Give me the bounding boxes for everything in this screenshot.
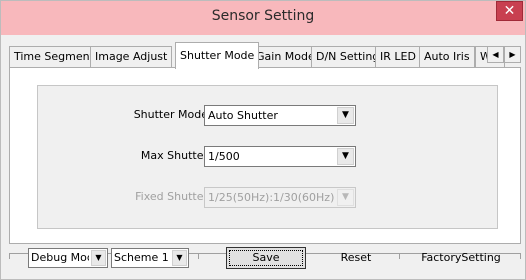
- scheme-value: Scheme 1: [114, 251, 169, 264]
- window-title: Sensor Setting: [211, 8, 315, 24]
- scheme-select[interactable]: Scheme 1 ▼: [111, 248, 189, 268]
- shutter-mode-value: Auto Shutter: [208, 109, 278, 122]
- shutter-mode-label: Shutter Mode: [133, 108, 208, 121]
- factory-setting-button[interactable]: FactorySetting: [406, 247, 516, 269]
- tab-gain-mode[interactable]: Gain Mode: [251, 46, 320, 68]
- tab-scroll-right-icon[interactable]: ▶: [504, 46, 521, 63]
- max-shutter-value: 1/500: [208, 150, 240, 163]
- reset-button[interactable]: Reset: [316, 247, 396, 269]
- divider-tick: [9, 253, 10, 259]
- max-shutter-select[interactable]: 1/500 ▼: [204, 146, 356, 167]
- tab-strip: Time Segment Image Adjust Shutter Mode G…: [9, 42, 521, 69]
- divider-tick: [520, 253, 521, 259]
- debug-mode-value: Debug Mode: [31, 251, 89, 264]
- fixed-shutter-select[interactable]: 1/25(50Hz):1/30(60Hz) ▼: [204, 187, 356, 208]
- tab-shutter-mode[interactable]: Shutter Mode: [175, 42, 260, 69]
- tab-time-segment[interactable]: Time Segment: [9, 46, 99, 68]
- shutter-groupbox: Shutter Mode Auto Shutter ▼ Max Shutter …: [37, 85, 498, 229]
- fixed-shutter-label: Fixed Shutter: [135, 190, 208, 203]
- bottom-bar: Debug Mode ▼ Scheme 1 ▼ Save Reset Facto…: [1, 244, 525, 280]
- chevron-down-icon[interactable]: ▼: [172, 250, 187, 266]
- sensor-setting-window: Sensor Setting ✕ Time Segment Image Adju…: [0, 0, 526, 280]
- title-bar[interactable]: Sensor Setting ✕: [1, 1, 525, 35]
- chevron-down-icon[interactable]: ▼: [91, 250, 106, 266]
- shutter-mode-select[interactable]: Auto Shutter ▼: [204, 105, 356, 126]
- close-icon[interactable]: ✕: [504, 3, 516, 19]
- chevron-down-icon[interactable]: ▼: [337, 189, 354, 206]
- divider-tick: [198, 253, 199, 259]
- tab-image-adjust[interactable]: Image Adjust: [90, 46, 173, 68]
- fixed-shutter-value: 1/25(50Hz):1/30(60Hz): [208, 191, 335, 204]
- debug-mode-select[interactable]: Debug Mode ▼: [28, 248, 108, 268]
- max-shutter-label: Max Shutter: [140, 149, 208, 162]
- shutter-mode-panel: Shutter Mode Auto Shutter ▼ Max Shutter …: [9, 67, 521, 244]
- chevron-down-icon[interactable]: ▼: [337, 148, 354, 165]
- divider-tick: [399, 253, 400, 259]
- tab-ir-led[interactable]: IR LED: [375, 46, 421, 68]
- close-button[interactable]: ✕: [496, 1, 523, 21]
- tab-scroll-left-icon[interactable]: ◀: [487, 46, 504, 63]
- save-button[interactable]: Save: [226, 247, 306, 269]
- tab-auto-iris[interactable]: Auto Iris: [419, 46, 475, 68]
- chevron-down-icon[interactable]: ▼: [337, 107, 354, 124]
- tab-dn-setting[interactable]: D/N Setting: [311, 46, 385, 68]
